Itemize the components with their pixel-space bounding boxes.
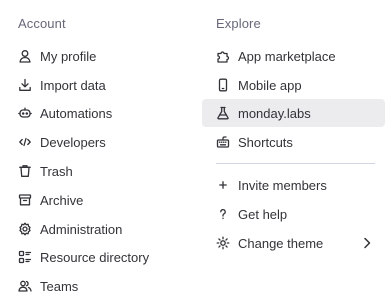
gear-icon bbox=[18, 222, 32, 236]
menu-item-label: monday.labs bbox=[238, 105, 311, 121]
menu-item-label: Administration bbox=[40, 221, 123, 237]
menu-item-label: My profile bbox=[40, 48, 97, 64]
user-icon bbox=[18, 49, 32, 63]
flask-icon bbox=[216, 106, 230, 120]
menu-item-label: Trash bbox=[40, 163, 73, 179]
menu-item-invite-members[interactable]: Invite members bbox=[202, 171, 385, 199]
menu-item-label: Import data bbox=[40, 77, 106, 93]
menu-item-label: Resource directory bbox=[40, 249, 150, 265]
team-icon bbox=[18, 279, 32, 293]
question-icon bbox=[216, 207, 230, 221]
code-icon bbox=[18, 135, 32, 149]
user-menu-dropdown: Account My profile Import data Automatio… bbox=[0, 0, 391, 297]
menu-item-label: Invite members bbox=[238, 177, 327, 193]
menu-item-label: Automations bbox=[40, 105, 113, 121]
menu-item-label: Get help bbox=[238, 206, 288, 222]
menu-item-mobile-app[interactable]: Mobile app bbox=[202, 71, 385, 99]
menu-divider bbox=[216, 163, 375, 164]
menu-item-automations[interactable]: Automations bbox=[8, 99, 194, 127]
menu-item-my-profile[interactable]: My profile bbox=[8, 42, 194, 70]
archive-icon bbox=[18, 193, 32, 207]
menu-item-developers[interactable]: Developers bbox=[8, 128, 194, 156]
menu-item-app-marketplace[interactable]: App marketplace bbox=[202, 42, 385, 70]
menu-item-import-data[interactable]: Import data bbox=[8, 71, 194, 99]
mobile-icon bbox=[216, 78, 230, 92]
trash-icon bbox=[18, 164, 32, 178]
menu-item-archive[interactable]: Archive bbox=[8, 186, 194, 214]
menu-item-administration[interactable]: Administration bbox=[8, 215, 194, 243]
account-section-title: Account bbox=[18, 16, 66, 31]
menu-item-trash[interactable]: Trash bbox=[8, 157, 194, 185]
explore-section-title: Explore bbox=[216, 16, 261, 31]
menu-item-resource-directory[interactable]: Resource directory bbox=[8, 243, 194, 271]
menu-item-change-theme[interactable]: Change theme bbox=[202, 229, 385, 257]
menu-item-shortcuts[interactable]: Shortcuts bbox=[202, 128, 385, 156]
menu-item-label: Archive bbox=[40, 192, 84, 208]
menu-item-label: Developers bbox=[40, 134, 106, 150]
robot-icon bbox=[18, 106, 32, 120]
directory-icon bbox=[18, 250, 32, 264]
menu-item-teams[interactable]: Teams bbox=[8, 272, 194, 300]
menu-item-label: Mobile app bbox=[238, 77, 302, 93]
menu-item-label: App marketplace bbox=[238, 48, 336, 64]
menu-item-monday-labs[interactable]: monday.labs bbox=[202, 99, 385, 127]
keyboard-icon bbox=[216, 135, 230, 149]
menu-item-get-help[interactable]: Get help bbox=[202, 200, 385, 228]
menu-item-label: Shortcuts bbox=[238, 134, 293, 150]
menu-item-label: Change theme bbox=[238, 235, 324, 251]
download-icon bbox=[18, 78, 32, 92]
plus-icon bbox=[216, 178, 230, 192]
menu-item-label: Teams bbox=[40, 278, 79, 294]
chevron-right-icon bbox=[361, 236, 373, 250]
puzzle-icon bbox=[216, 49, 230, 63]
sun-icon bbox=[216, 236, 230, 250]
